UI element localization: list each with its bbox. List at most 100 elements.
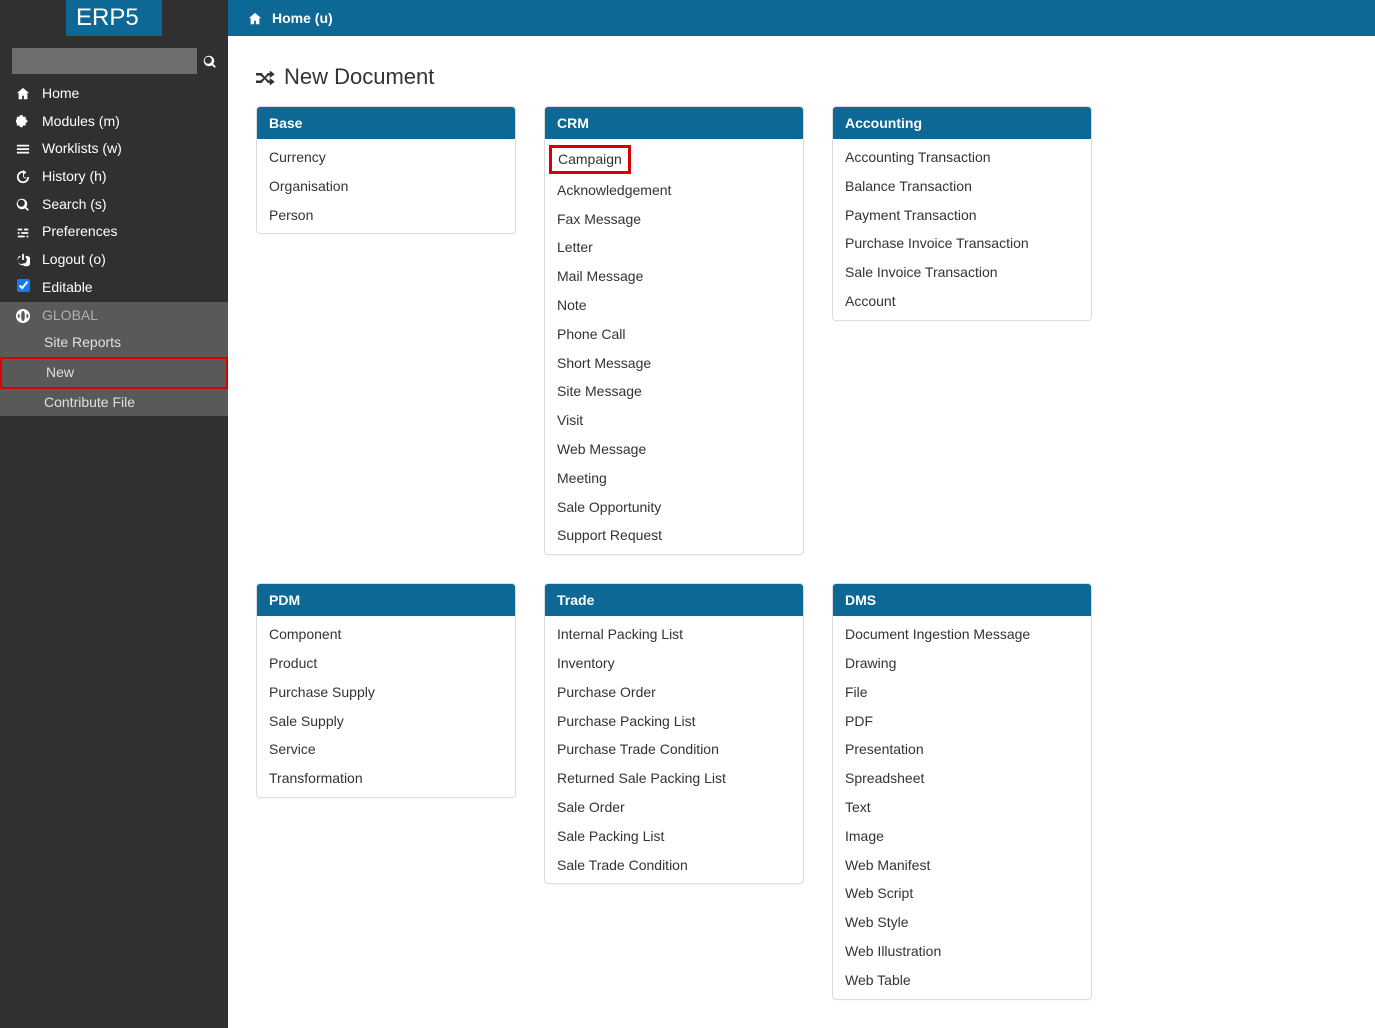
globe-icon <box>12 305 34 325</box>
document-type-link[interactable]: Person <box>257 201 515 230</box>
search-button[interactable] <box>197 49 223 74</box>
document-type-link[interactable]: Sale Order <box>545 793 803 822</box>
document-type-link[interactable]: File <box>833 678 1091 707</box>
history-icon <box>12 167 34 187</box>
document-type-link[interactable]: Returned Sale Packing List <box>545 764 803 793</box>
sliders-icon <box>12 222 34 242</box>
category-card-crm: CRMCampaignAcknowledgementFax MessageLet… <box>544 106 804 555</box>
home-icon <box>248 10 262 26</box>
search-input[interactable] <box>12 48 197 74</box>
document-type-link[interactable]: Purchase Trade Condition <box>545 735 803 764</box>
category-body: CurrencyOrganisationPerson <box>257 139 515 233</box>
logo[interactable]: ERP5 <box>66 0 162 36</box>
breadcrumb[interactable]: Home (u) <box>228 0 1375 36</box>
puzzle-icon <box>12 111 34 131</box>
search-row <box>0 44 228 80</box>
sidebar-item-logout[interactable]: Logout (o) <box>0 246 228 274</box>
category-header: Accounting <box>833 107 1091 139</box>
sidebar-item-preferences[interactable]: Preferences <box>0 218 228 246</box>
sidebar-item-new[interactable]: New <box>0 357 228 389</box>
document-type-link[interactable]: Purchase Packing List <box>545 707 803 736</box>
sidebar-item-label: Worklists (w) <box>42 138 122 160</box>
sidebar-item-history[interactable]: History (h) <box>0 163 228 191</box>
sidebar-item-label: Home <box>42 83 79 105</box>
document-type-link[interactable]: Web Illustration <box>833 937 1091 966</box>
sidebar-item-label: History (h) <box>42 166 107 188</box>
document-type-link[interactable]: Organisation <box>257 172 515 201</box>
document-type-link[interactable]: Web Manifest <box>833 851 1091 880</box>
document-type-link[interactable]: Web Message <box>545 435 803 464</box>
document-type-link[interactable]: Service <box>257 735 515 764</box>
document-type-link[interactable]: Web Style <box>833 908 1091 937</box>
category-card-pdm: PDMComponentProductPurchase SupplySale S… <box>256 583 516 798</box>
document-type-link[interactable]: Balance Transaction <box>833 172 1091 201</box>
sidebar-item-modules[interactable]: Modules (m) <box>0 108 228 136</box>
sidebar-item-search[interactable]: Search (s) <box>0 191 228 219</box>
document-type-link[interactable]: Internal Packing List <box>545 620 803 649</box>
category-header: Trade <box>545 584 803 616</box>
document-type-link[interactable]: Purchase Invoice Transaction <box>833 229 1091 258</box>
document-type-link[interactable]: Currency <box>257 143 515 172</box>
document-type-link[interactable]: Text <box>833 793 1091 822</box>
document-type-link[interactable]: Web Table <box>833 966 1091 995</box>
category-header: DMS <box>833 584 1091 616</box>
sidebar-item-contribute-file[interactable]: Contribute File <box>0 389 228 417</box>
sidebar-item-label: Editable <box>42 277 93 299</box>
document-type-link[interactable]: Meeting <box>545 464 803 493</box>
document-type-link[interactable]: Transformation <box>257 764 515 793</box>
document-type-link[interactable]: PDF <box>833 707 1091 736</box>
document-type-link[interactable]: Spreadsheet <box>833 764 1091 793</box>
category-card-trade: TradeInternal Packing ListInventoryPurch… <box>544 583 804 884</box>
category-body: Accounting TransactionBalance Transactio… <box>833 139 1091 320</box>
document-type-link[interactable]: Note <box>545 291 803 320</box>
editable-checkbox[interactable] <box>17 279 30 292</box>
power-icon <box>12 250 34 270</box>
document-type-link[interactable]: Inventory <box>545 649 803 678</box>
sidebar-item-label: Search (s) <box>42 194 107 216</box>
category-card-base: BaseCurrencyOrganisationPerson <box>256 106 516 234</box>
search-icon <box>203 55 217 69</box>
document-type-link[interactable]: Campaign <box>549 145 631 174</box>
document-type-link[interactable]: Acknowledgement <box>545 176 803 205</box>
document-type-link[interactable]: Sale Packing List <box>545 822 803 851</box>
document-type-link[interactable]: Document Ingestion Message <box>833 620 1091 649</box>
document-type-link[interactable]: Web Script <box>833 879 1091 908</box>
document-type-link[interactable]: Account <box>833 287 1091 316</box>
sidebar-item-label: Site Reports <box>44 332 121 354</box>
sidebar-item-label: New <box>46 362 74 384</box>
document-type-link[interactable]: Mail Message <box>545 262 803 291</box>
sidebar-item-editable[interactable]: Editable <box>0 274 228 302</box>
document-type-link[interactable]: Visit <box>545 406 803 435</box>
document-type-link[interactable]: Phone Call <box>545 320 803 349</box>
document-type-link[interactable]: Support Request <box>545 521 803 550</box>
category-body: Internal Packing ListInventoryPurchase O… <box>545 616 803 883</box>
sidebar-item-site-reports[interactable]: Site Reports <box>0 329 228 357</box>
document-type-link[interactable]: Product <box>257 649 515 678</box>
document-type-link[interactable]: Drawing <box>833 649 1091 678</box>
document-type-link[interactable]: Accounting Transaction <box>833 143 1091 172</box>
category-body: CampaignAcknowledgementFax MessageLetter… <box>545 139 803 554</box>
document-type-link[interactable]: Sale Invoice Transaction <box>833 258 1091 287</box>
category-header: CRM <box>545 107 803 139</box>
sidebar-item-label: Contribute File <box>44 392 135 414</box>
document-type-link[interactable]: Fax Message <box>545 205 803 234</box>
document-type-link[interactable]: Site Message <box>545 377 803 406</box>
sidebar: ERP5 Home Modules (m)Worklists (w) History… <box>0 0 228 1028</box>
document-type-link[interactable]: Sale Trade Condition <box>545 851 803 880</box>
document-type-link[interactable]: Payment Transaction <box>833 201 1091 230</box>
list-icon <box>12 139 34 159</box>
sidebar-item-worklists[interactable]: Worklists (w) <box>0 135 228 163</box>
document-type-link[interactable]: Sale Opportunity <box>545 493 803 522</box>
document-type-link[interactable]: Letter <box>545 233 803 262</box>
nav: Home Modules (m)Worklists (w) History (h) S… <box>0 80 228 416</box>
sidebar-item-home[interactable]: Home <box>0 80 228 108</box>
checkbox-icon <box>12 278 34 298</box>
document-type-link[interactable]: Image <box>833 822 1091 851</box>
document-type-link[interactable]: Purchase Supply <box>257 678 515 707</box>
document-type-link[interactable]: Sale Supply <box>257 707 515 736</box>
document-type-link[interactable]: Short Message <box>545 349 803 378</box>
document-type-link[interactable]: Component <box>257 620 515 649</box>
document-type-link[interactable]: Presentation <box>833 735 1091 764</box>
category-header: Base <box>257 107 515 139</box>
document-type-link[interactable]: Purchase Order <box>545 678 803 707</box>
